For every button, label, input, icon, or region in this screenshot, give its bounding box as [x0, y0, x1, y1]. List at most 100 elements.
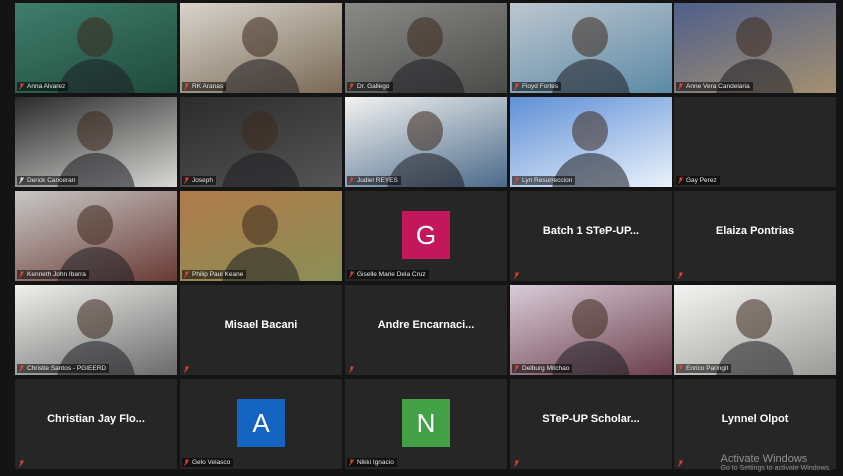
- participant-tile-anne-vera-candelaria[interactable]: Anne Vera Candelaria: [674, 3, 836, 93]
- participant-name-label: RK Aranas: [182, 82, 227, 91]
- participant-name-label: Lyn Resurreccion: [512, 176, 576, 185]
- muted-mic-icon: [514, 365, 519, 372]
- person-silhouette: [242, 17, 278, 57]
- video-feed: [674, 285, 836, 375]
- person-silhouette: [77, 17, 113, 57]
- participant-tile-delburg-mitchao[interactable]: Delburg Mitchao: [510, 285, 672, 375]
- video-feed: [674, 3, 836, 93]
- participant-tile-rk-aranas[interactable]: RK Aranas: [180, 3, 342, 93]
- person-shoulders: [222, 153, 300, 187]
- person-shoulders: [222, 59, 300, 93]
- participant-display-name: Andre Encarnaci...: [377, 319, 475, 331]
- participant-name-label: Derick Canceran: [17, 176, 79, 185]
- muted-mic-icon: [184, 83, 189, 90]
- muted-mic-icon: [514, 83, 519, 90]
- video-feed: [180, 97, 342, 187]
- participant-tile-nikki-ignacio[interactable]: N Nikki Ignacio: [345, 379, 507, 469]
- person-shoulders: [552, 59, 630, 93]
- video-feed: [15, 191, 177, 281]
- person-silhouette: [77, 299, 113, 339]
- muted-mic-icon: [514, 177, 519, 184]
- participant-name-label: [512, 460, 522, 467]
- participant-name-label: Philip Paul Keane: [182, 270, 247, 279]
- person-silhouette: [77, 111, 113, 151]
- participant-tile-misael-bacani[interactable]: Misael Bacani: [180, 285, 342, 375]
- participant-tile-step-up-scholar[interactable]: STeP-UP Scholar...: [510, 379, 672, 469]
- person-silhouette: [572, 111, 608, 151]
- participant-name-label: [676, 272, 686, 279]
- participant-name: Christie Santos - PGIEERD: [27, 365, 107, 372]
- participant-tile-kenneth-john-ibarra[interactable]: Kenneth John Ibarra: [15, 191, 177, 281]
- participant-tile-derick-canceran[interactable]: Derick Canceran: [15, 97, 177, 187]
- watermark-title: Activate Windows: [720, 453, 808, 465]
- participant-name: Nikki Ignacio: [357, 459, 394, 466]
- video-feed: [510, 3, 672, 93]
- avatar-initial: A: [237, 399, 285, 447]
- participant-tile-christian-jay-flo[interactable]: Christian Jay Flo...: [15, 379, 177, 469]
- muted-mic-icon: [678, 83, 683, 90]
- participant-name: Floyd Fortes: [522, 83, 559, 90]
- participant-display-name: STeP-UP Scholar...: [542, 413, 640, 425]
- participant-name-label: Dr. Gallego: [347, 82, 393, 91]
- video-feed: [15, 3, 177, 93]
- participant-tile-dr-gallego[interactable]: Dr. Gallego: [345, 3, 507, 93]
- muted-mic-icon: [184, 271, 189, 278]
- participant-tile-gay-perez[interactable]: Gay Perez: [674, 97, 836, 187]
- participant-name: Joseph: [192, 177, 213, 184]
- participant-tile-andre-encarnaci[interactable]: Andre Encarnaci...: [345, 285, 507, 375]
- video-feed: [510, 285, 672, 375]
- avatar-initial: G: [402, 211, 450, 259]
- muted-mic-icon: [184, 459, 189, 466]
- participant-name: Giselle Marie Dela Cruz: [357, 271, 426, 278]
- participant-name-label: [676, 460, 686, 467]
- muted-mic-icon: [514, 460, 519, 467]
- participant-name-label: Enrico Paringit: [676, 364, 732, 373]
- participant-tile-giselle-marie-dela-cruz[interactable]: G Giselle Marie Dela Cruz: [345, 191, 507, 281]
- participant-tile-lyn-resurreccion[interactable]: Lyn Resurreccion: [510, 97, 672, 187]
- participant-tile-batch-1-step-up[interactable]: Batch 1 STeP-UP...: [510, 191, 672, 281]
- participant-tile-joseph[interactable]: Joseph: [180, 97, 342, 187]
- participant-tile-philip-paul-keane[interactable]: Philip Paul Keane: [180, 191, 342, 281]
- participant-name: Gelo Velasco: [192, 459, 231, 466]
- participant-name-label: Anna Alvarez: [17, 82, 69, 91]
- participant-name-label: Gelo Velasco: [182, 458, 234, 467]
- gallery-grid: Anna Alvarez RK Aranas Dr. Gallego Floyd Fo…: [0, 0, 843, 476]
- participant-tile-gelo-velasco[interactable]: A Gelo Velasco: [180, 379, 342, 469]
- participant-tile-judiel-reyes[interactable]: Judiel REYES: [345, 97, 507, 187]
- participant-name: Enrico Paringit: [686, 365, 729, 372]
- muted-mic-icon: [514, 272, 519, 279]
- participant-name: Derick Canceran: [27, 177, 76, 184]
- participant-name-label: Kenneth John Ibarra: [17, 270, 89, 279]
- participant-tile-elaiza-pontrias[interactable]: Elaiza Pontrias: [674, 191, 836, 281]
- person-silhouette: [242, 111, 278, 151]
- muted-mic-icon: [678, 460, 683, 467]
- person-shoulders: [57, 59, 135, 93]
- participant-tile-anna-alvarez[interactable]: Anna Alvarez: [15, 3, 177, 93]
- video-feed: [510, 97, 672, 187]
- person-silhouette: [407, 17, 443, 57]
- participant-name-label: Judiel REYES: [347, 176, 401, 185]
- participant-name: Dr. Gallego: [357, 83, 390, 90]
- person-shoulders: [387, 59, 465, 93]
- participant-tile-floyd-fortes[interactable]: Floyd Fortes: [510, 3, 672, 93]
- participant-display-name: Lynnel Olpot: [721, 413, 789, 425]
- muted-mic-icon: [349, 459, 354, 466]
- person-silhouette: [407, 111, 443, 151]
- participant-name: Delburg Mitchao: [522, 365, 570, 372]
- participant-name-label: Gay Perez: [676, 176, 720, 185]
- video-feed: [180, 3, 342, 93]
- avatar-initial: N: [402, 399, 450, 447]
- participant-display-name: Misael Bacani: [224, 319, 298, 331]
- participant-name: RK Aranas: [192, 83, 224, 90]
- participant-tile-christie-santos-pgieerd[interactable]: Christie Santos - PGIEERD: [15, 285, 177, 375]
- mic-icon: [19, 177, 24, 184]
- participant-name-label: Giselle Marie Dela Cruz: [347, 270, 429, 279]
- participant-name-label: [512, 272, 522, 279]
- participant-tile-enrico-paringit[interactable]: Enrico Paringit: [674, 285, 836, 375]
- participant-name: Kenneth John Ibarra: [27, 271, 86, 278]
- participant-name-label: [347, 366, 357, 373]
- muted-mic-icon: [349, 177, 354, 184]
- participant-name: Lyn Resurreccion: [522, 177, 573, 184]
- muted-mic-icon: [678, 177, 683, 184]
- muted-mic-icon: [19, 365, 24, 372]
